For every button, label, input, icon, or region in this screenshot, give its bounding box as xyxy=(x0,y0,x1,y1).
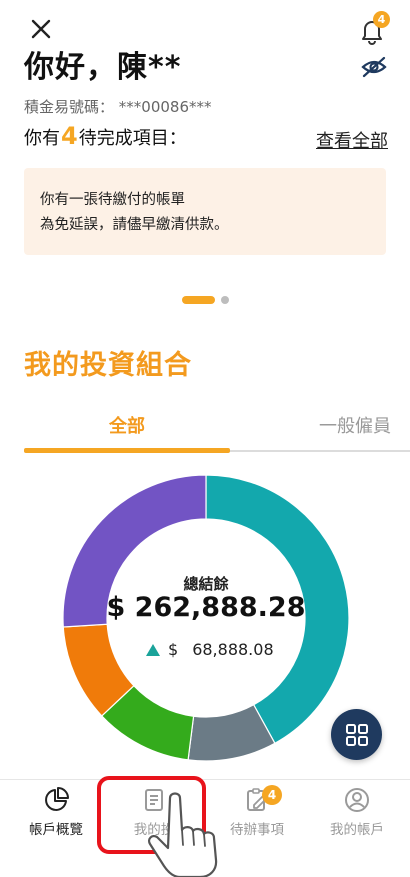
account-number-line: 積金易號碼： ***00086*** xyxy=(24,96,212,117)
pie-chart-icon xyxy=(45,787,69,811)
bill-notice-card[interactable]: 你有一張待繳付的帳單 為免延誤，請儘早繳清供款。 xyxy=(24,168,386,255)
hide-balance-icon[interactable] xyxy=(360,55,388,79)
nav-account-overview[interactable]: 帳戶概覽 xyxy=(6,787,106,838)
up-triangle-icon xyxy=(146,643,160,656)
carousel-indicator xyxy=(182,296,229,304)
total-balance-label: 總結餘 xyxy=(183,575,229,593)
balance-change: $ 68,888.08 xyxy=(146,640,274,659)
carousel-dot[interactable] xyxy=(221,296,229,304)
grid-icon xyxy=(345,723,368,746)
quick-menu-button[interactable] xyxy=(331,709,382,760)
notice-line-1: 你有一張待繳付的帳單 xyxy=(40,192,185,208)
account-number: ***00086*** xyxy=(118,98,212,116)
pending-items-line: 你有 4 待完成項目： xyxy=(24,122,187,150)
pending-count: 4 xyxy=(61,122,78,150)
pending-prefix: 你有 xyxy=(24,128,60,149)
carousel-dot-active[interactable] xyxy=(182,296,215,304)
change-amount: 68,888.08 xyxy=(192,640,274,659)
greeting-title: 你好，陳** xyxy=(24,50,182,85)
pending-suffix: 待完成項目： xyxy=(78,128,187,149)
tab-all[interactable]: 全部 xyxy=(24,412,230,438)
notification-badge: 4 xyxy=(373,11,390,28)
change-currency: $ xyxy=(168,640,179,659)
pointing-hand-icon xyxy=(148,792,218,877)
portfolio-title: 我的投資組合 xyxy=(24,350,192,381)
nav-my-account[interactable]: 我的帳戶 xyxy=(307,787,407,838)
notice-line-2: 為免延誤，請儘早繳清供款。 xyxy=(40,217,229,233)
view-all-link[interactable]: 查看全部 xyxy=(316,127,388,153)
close-icon[interactable] xyxy=(26,14,56,44)
nav-label: 我的帳戶 xyxy=(330,822,384,838)
tab-active-indicator xyxy=(24,448,230,453)
account-label: 積金易號碼： xyxy=(24,98,115,116)
todo-badge: 4 xyxy=(262,785,282,805)
user-circle-icon xyxy=(345,788,369,812)
nav-label: 帳戶概覽 xyxy=(29,822,83,838)
total-balance-value: $ 262,888.28 xyxy=(106,592,306,623)
tab-general-employee[interactable]: 一般僱員 xyxy=(300,412,410,438)
